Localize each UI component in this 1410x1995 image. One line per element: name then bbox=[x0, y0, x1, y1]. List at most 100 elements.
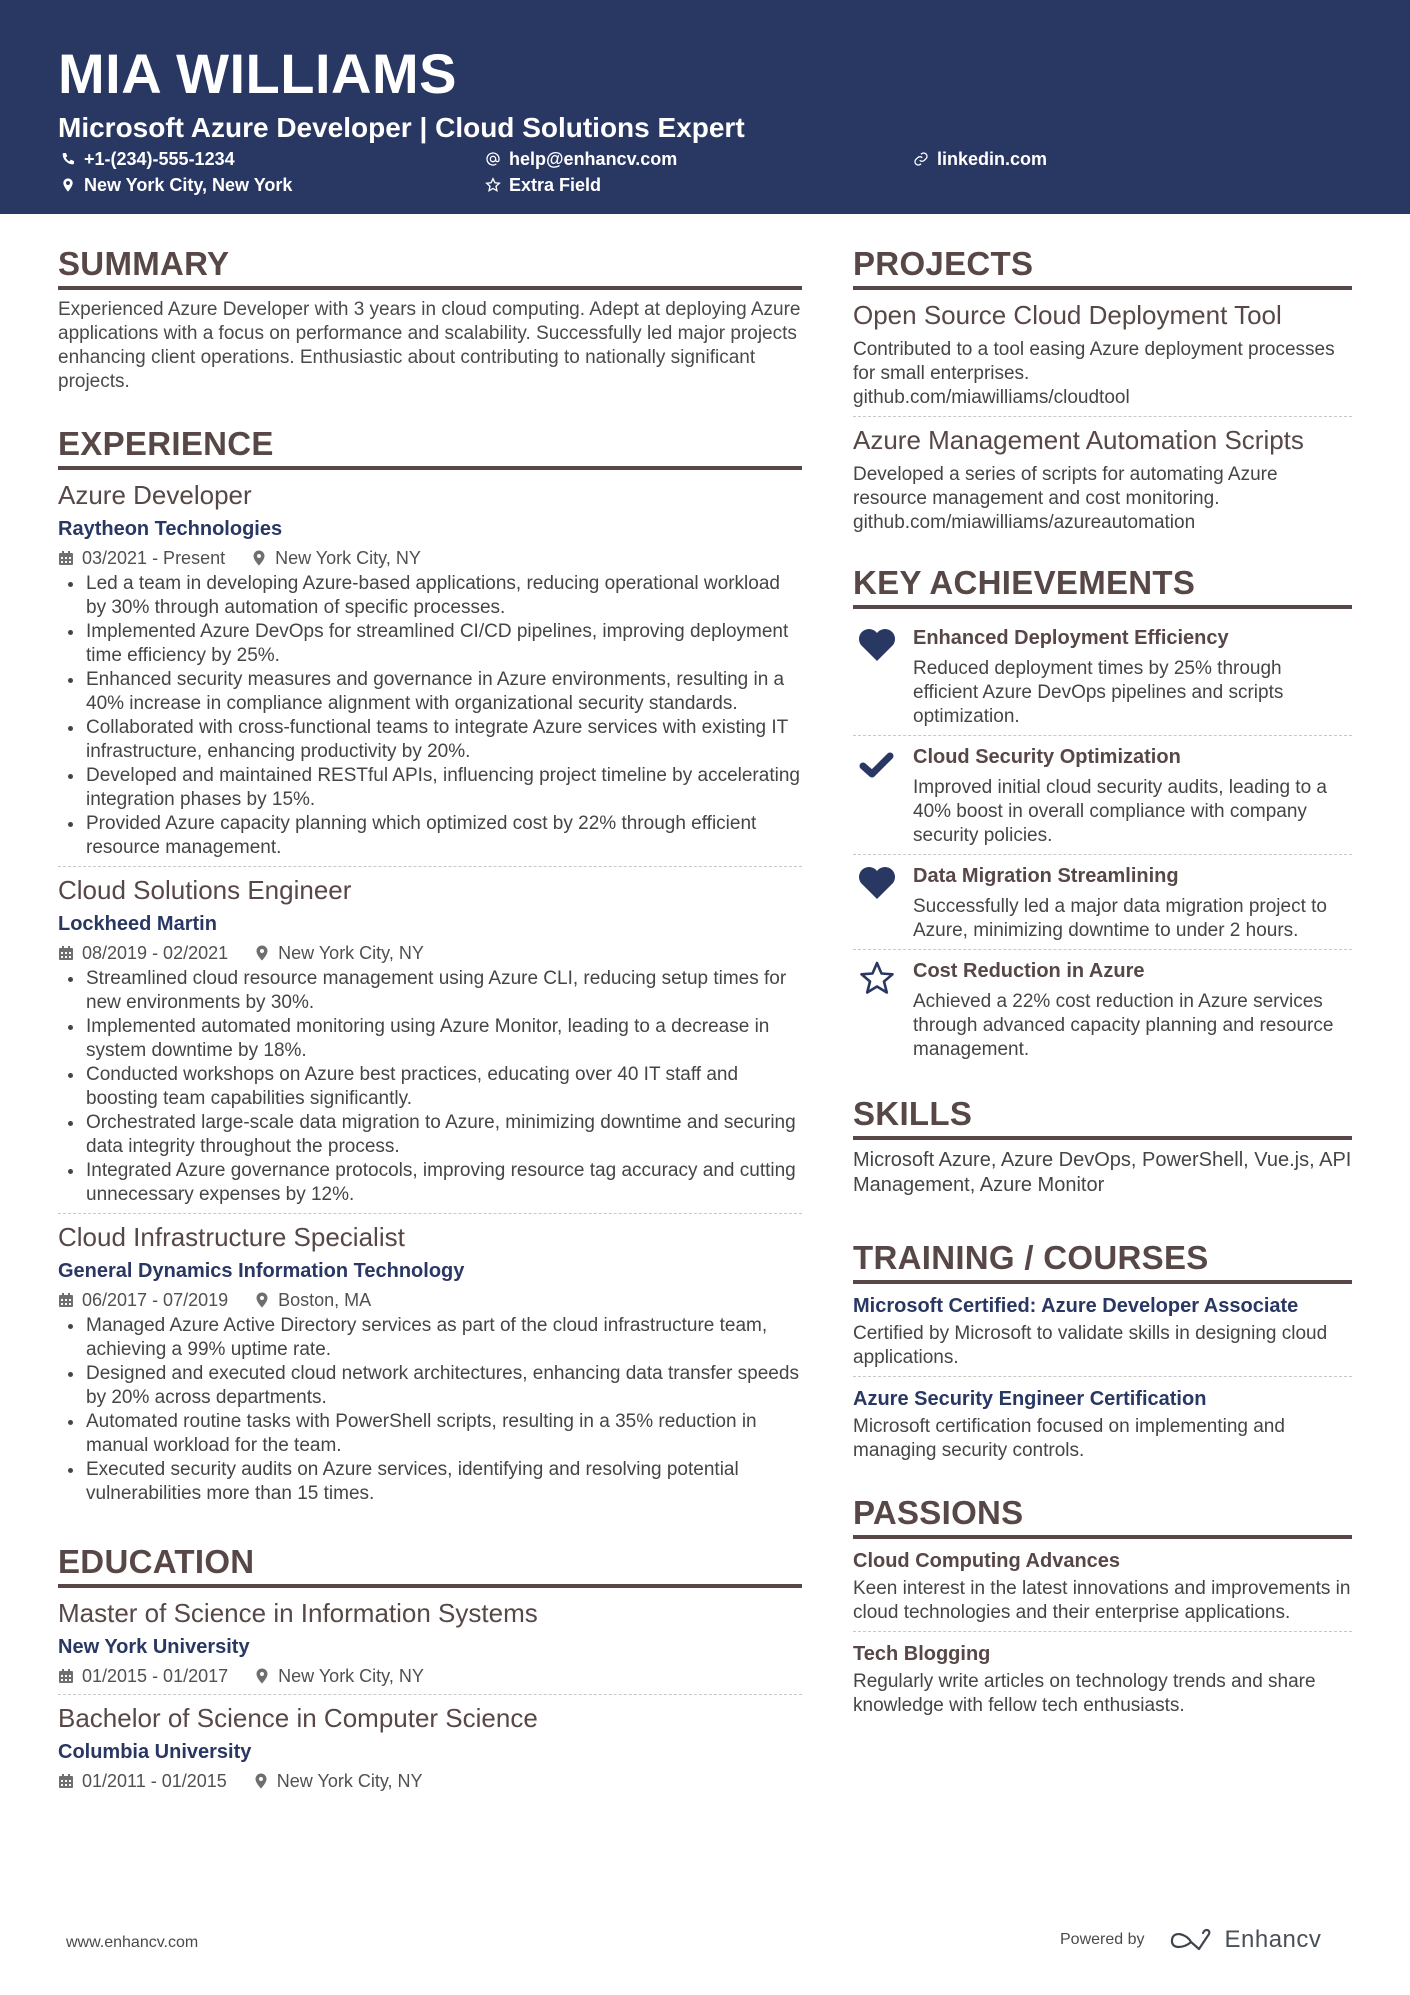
job-meta: 06/2017 - 07/2019 Boston, MA bbox=[58, 1288, 802, 1312]
job-company: Lockheed Martin bbox=[58, 913, 217, 935]
summary-text: Experienced Azure Developer with 3 years… bbox=[58, 299, 801, 392]
contact-phone[interactable]: +1-(234)-555-1234 bbox=[60, 148, 235, 170]
job-bullet: Implemented Azure DevOps for streamlined… bbox=[58, 620, 802, 668]
passion-title: Tech Blogging bbox=[853, 1643, 991, 1665]
job-location-text: New York City, NY bbox=[275, 548, 421, 568]
section-title-summary: SUMMARY bbox=[58, 245, 230, 282]
project-description: Contributed to a tool easing Azure deplo… bbox=[853, 339, 1335, 384]
email-text: help@enhancv.com bbox=[509, 149, 678, 169]
project-description: Developed a series of scripts for automa… bbox=[853, 464, 1278, 509]
job-company: General Dynamics Information Technology bbox=[58, 1260, 465, 1282]
candidate-title: Microsoft Azure Developer | Cloud Soluti… bbox=[58, 112, 745, 143]
job-bullet: Designed and executed cloud network arch… bbox=[58, 1362, 802, 1410]
education-location-text: New York City, NY bbox=[276, 1771, 423, 1791]
passion-item: Cloud Computing Advances Keen interest i… bbox=[853, 1547, 1352, 1625]
job-bullets: Led a team in developing Azure-based app… bbox=[58, 572, 802, 860]
star-icon bbox=[860, 961, 894, 994]
job-bullet: Led a team in developing Azure-based app… bbox=[58, 572, 802, 620]
achievement-description: Successfully led a major data migration … bbox=[913, 896, 1327, 941]
course-description: Microsoft certification focused on imple… bbox=[853, 1416, 1285, 1461]
contact-linkedin[interactable]: linkedin.com bbox=[913, 148, 1047, 170]
education-dates: 01/2011 - 01/2015 bbox=[58, 1769, 227, 1793]
calendar-icon bbox=[59, 946, 73, 960]
extra-field-text: Extra Field bbox=[509, 175, 602, 195]
project-title: Azure Management Automation Scripts bbox=[853, 425, 1304, 455]
achievement-title: Enhanced Deployment Efficiency bbox=[913, 627, 1229, 649]
job-meta: 08/2019 - 02/2021 New York City, NY bbox=[58, 941, 802, 965]
section-title-experience: EXPERIENCE bbox=[58, 425, 274, 462]
job-location: New York City, NY bbox=[251, 546, 421, 570]
education-location: New York City, NY bbox=[254, 1664, 424, 1688]
location-icon bbox=[253, 550, 265, 566]
phone-icon bbox=[62, 153, 74, 165]
link-icon bbox=[914, 152, 928, 166]
section-title-education: EDUCATION bbox=[58, 1543, 255, 1580]
course-item: Azure Security Engineer Certification Mi… bbox=[853, 1376, 1352, 1463]
job-dates-text: 08/2019 - 02/2021 bbox=[82, 943, 229, 963]
degree: Master of Science in Information Systems bbox=[58, 1598, 538, 1628]
job-role: Cloud Infrastructure Specialist bbox=[58, 1222, 405, 1252]
location-icon bbox=[256, 945, 268, 961]
job-location: New York City, NY bbox=[254, 941, 424, 965]
achievement-description: Achieved a 22% cost reduction in Azure s… bbox=[913, 991, 1334, 1060]
education-dates: 01/2015 - 01/2017 bbox=[58, 1664, 228, 1688]
skills-section: SKILLS Microsoft Azure, Azure DevOps, Po… bbox=[853, 1094, 1352, 1198]
achievement-item: Enhanced Deployment Efficiency Reduced d… bbox=[853, 617, 1352, 735]
location-icon bbox=[255, 1773, 267, 1789]
project-link[interactable]: github.com/miawilliams/azureautomation bbox=[853, 511, 1352, 535]
achievement-title: Cost Reduction in Azure bbox=[913, 960, 1145, 982]
contact-location: New York City, New York bbox=[60, 174, 292, 196]
job-bullet: Automated routine tasks with PowerShell … bbox=[58, 1410, 802, 1458]
project-entry: Azure Management Automation Scripts Deve… bbox=[853, 416, 1352, 541]
star-icon bbox=[485, 177, 501, 192]
job-dates: 06/2017 - 07/2019 bbox=[58, 1288, 228, 1312]
job-location: Boston, MA bbox=[254, 1288, 371, 1312]
job-bullet: Streamlined cloud resource management us… bbox=[58, 967, 802, 1015]
section-divider bbox=[853, 1136, 1352, 1140]
heart-icon bbox=[859, 867, 895, 899]
course-description: Certified by Microsoft to validate skill… bbox=[853, 1323, 1328, 1368]
course-item: Microsoft Certified: Azure Developer Ass… bbox=[853, 1292, 1352, 1370]
project-entry: Open Source Cloud Deployment Tool Contri… bbox=[853, 298, 1352, 416]
education-location: New York City, NY bbox=[253, 1769, 423, 1793]
section-divider bbox=[58, 286, 802, 290]
job-role: Cloud Solutions Engineer bbox=[58, 875, 352, 905]
job-dates: 08/2019 - 02/2021 bbox=[58, 941, 228, 965]
education-location-text: New York City, NY bbox=[278, 1666, 424, 1686]
checkmark-icon bbox=[859, 752, 894, 778]
summary-section: SUMMARY Experienced Azure Developer with… bbox=[58, 244, 802, 394]
location-icon bbox=[256, 1668, 268, 1684]
resume-header: MIA WILLIAMS Microsoft Azure Developer |… bbox=[0, 0, 1410, 214]
phone-text: +1-(234)-555-1234 bbox=[84, 149, 235, 169]
education-meta: 01/2011 - 01/2015 New York City, NY bbox=[58, 1769, 802, 1793]
contact-email[interactable]: help@enhancv.com bbox=[485, 148, 677, 170]
at-icon bbox=[486, 152, 500, 166]
left-column: SUMMARY Experienced Azure Developer with… bbox=[58, 244, 802, 1821]
section-title-training: TRAINING / COURSES bbox=[853, 1239, 1209, 1276]
projects-section: PROJECTS Open Source Cloud Deployment To… bbox=[853, 244, 1352, 541]
enhancv-logo[interactable]: Enhancv bbox=[1169, 1926, 1322, 1954]
right-column: PROJECTS Open Source Cloud Deployment To… bbox=[853, 244, 1352, 1740]
achievement-description: Improved initial cloud security audits, … bbox=[913, 777, 1328, 846]
achievement-description: Reduced deployment times by 25% through … bbox=[913, 658, 1284, 727]
job-dates: 03/2021 - Present bbox=[58, 546, 225, 570]
job-bullet: Conducted workshops on Azure best practi… bbox=[58, 1063, 802, 1111]
experience-section: EXPERIENCE Azure Developer Raytheon Tech… bbox=[58, 424, 802, 1512]
project-link[interactable]: github.com/miawilliams/cloudtool bbox=[853, 386, 1352, 410]
job-bullet: Developed and maintained RESTful APIs, i… bbox=[58, 764, 802, 812]
course-title: Azure Security Engineer Certification bbox=[853, 1388, 1207, 1410]
section-title-projects: PROJECTS bbox=[853, 245, 1034, 282]
brand-name: Enhancv bbox=[1224, 1926, 1322, 1953]
course-title: Microsoft Certified: Azure Developer Ass… bbox=[853, 1295, 1299, 1317]
job-bullet: Integrated Azure governance protocols, i… bbox=[58, 1159, 802, 1207]
calendar-icon bbox=[59, 1293, 73, 1307]
passions-section: PASSIONS Cloud Computing Advances Keen i… bbox=[853, 1493, 1352, 1718]
achievement-item: Data Migration Streamlining Successfully… bbox=[853, 854, 1352, 949]
footer-website[interactable]: www.enhancv.com bbox=[66, 1934, 198, 1952]
job-bullet: Implemented automated monitoring using A… bbox=[58, 1015, 802, 1063]
job-bullet: Executed security audits on Azure servic… bbox=[58, 1458, 802, 1506]
contact-extra: Extra Field bbox=[485, 174, 601, 196]
school: New York University bbox=[58, 1636, 250, 1658]
location-icon bbox=[63, 178, 73, 192]
job-role: Azure Developer bbox=[58, 480, 252, 510]
